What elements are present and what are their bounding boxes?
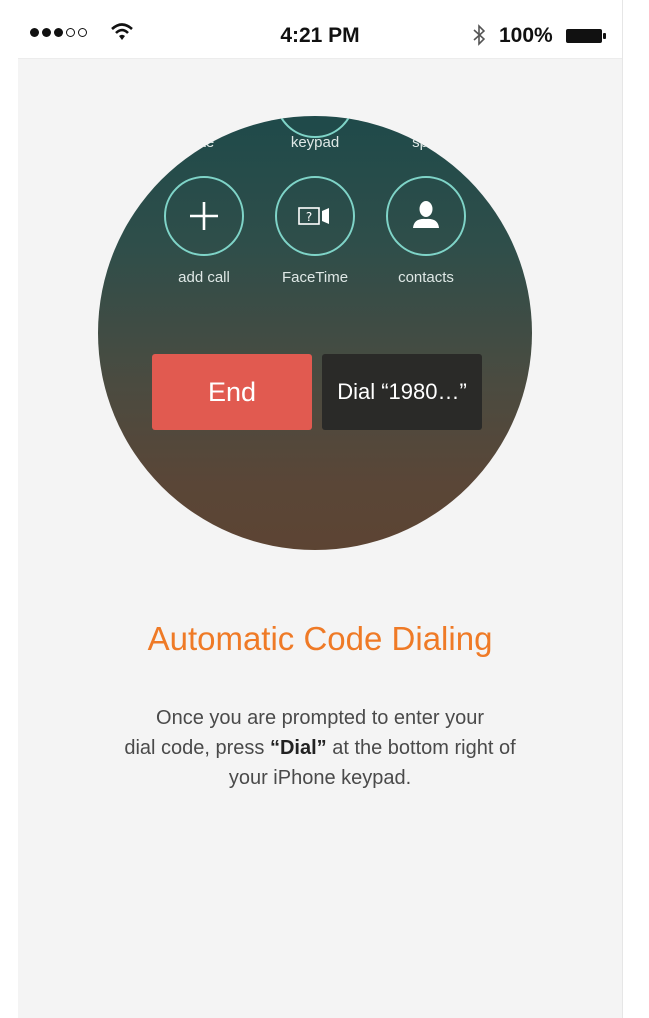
speaker-label-partial: sp: [412, 134, 428, 151]
add-call-button[interactable]: [164, 176, 244, 256]
description-line-2: dial code, press “Dial” at the bottom ri…: [58, 733, 582, 763]
plus-icon: [190, 202, 218, 230]
add-call-label: add call: [178, 269, 230, 286]
bluetooth-icon: [473, 24, 485, 46]
description-line-2-pre: dial code, press: [124, 737, 270, 759]
description-line-3: your iPhone keypad.: [228, 767, 412, 789]
facetime-label: FaceTime: [281, 269, 349, 286]
keypad-label: keypad: [290, 134, 340, 151]
description-line-2-post: at the bottom right of: [326, 737, 516, 759]
description-text: Once you are prompted to enter your dial…: [58, 703, 582, 793]
battery-icon: [566, 29, 606, 43]
end-call-button[interactable]: End: [152, 354, 312, 430]
mute-label-partial: te: [201, 134, 215, 151]
status-bar: 4:21 PM 100%: [18, 0, 622, 59]
contacts-button[interactable]: [386, 176, 466, 256]
facetime-button[interactable]: ?: [275, 176, 355, 256]
phone-screen: 4:21 PM 100% te keypad sp add call ? Fac…: [18, 0, 623, 1018]
battery-percentage: 100%: [499, 24, 553, 47]
contacts-label: contacts: [398, 269, 454, 286]
facetime-icon: ?: [298, 207, 329, 225]
dial-code-button[interactable]: Dial “1980…”: [322, 354, 482, 430]
svg-text:?: ?: [306, 210, 312, 224]
person-icon: [413, 201, 439, 228]
dial-keyword: “Dial”: [269, 737, 327, 759]
page-title: Automatic Code Dialing: [147, 620, 493, 657]
description-line-1: Once you are prompted to enter your: [156, 707, 484, 729]
call-screen-preview: te keypad sp add call ? FaceTime contact…: [98, 116, 532, 550]
